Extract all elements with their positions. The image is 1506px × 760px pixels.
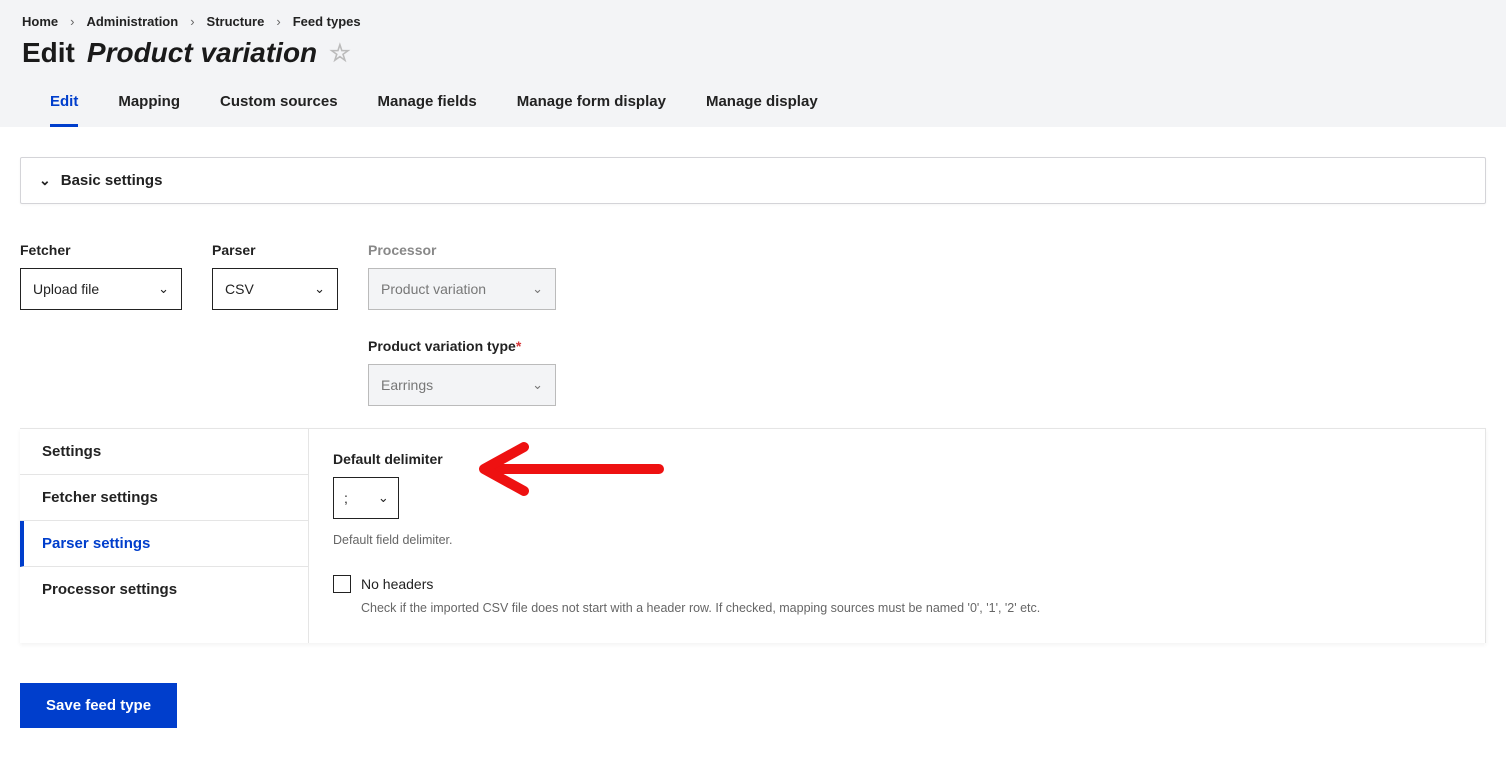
chevron-down-icon: ⌄ [532, 281, 543, 297]
tab-manage-display[interactable]: Manage display [706, 93, 818, 127]
processor-select: Product variation ⌄ [368, 268, 556, 310]
page-title-prefix: Edit [22, 37, 75, 69]
no-headers-help: Check if the imported CSV file does not … [361, 601, 1461, 615]
tab-manage-fields[interactable]: Manage fields [378, 93, 477, 127]
annotation-arrow-icon [469, 439, 669, 499]
required-asterisk-icon: * [516, 338, 521, 354]
chevron-down-icon: ⌄ [158, 281, 169, 297]
variation-type-select: Earrings ⌄ [368, 364, 556, 406]
vertical-tabs: Settings Fetcher settings Parser setting… [20, 429, 308, 643]
star-outline-icon[interactable]: ☆ [329, 39, 351, 68]
page-title-name: Product variation [87, 37, 317, 69]
default-delimiter-value: ; [344, 490, 348, 506]
breadcrumb-home[interactable]: Home [22, 14, 58, 29]
vertical-tab-processor-settings[interactable]: Processor settings [20, 567, 308, 612]
processor-label: Processor [368, 242, 556, 258]
parser-settings-panel: Default delimiter ; ⌄ Default field deli… [308, 429, 1485, 643]
variation-type-value: Earrings [381, 377, 433, 393]
chevron-right-icon: › [276, 14, 280, 29]
tab-edit[interactable]: Edit [50, 93, 78, 127]
default-delimiter-help: Default field delimiter. [333, 533, 1461, 547]
chevron-right-icon: › [70, 14, 74, 29]
vertical-tab-fetcher-settings[interactable]: Fetcher settings [20, 475, 308, 521]
breadcrumb-feed-types[interactable]: Feed types [293, 14, 361, 29]
parser-value: CSV [225, 281, 254, 297]
tab-mapping[interactable]: Mapping [118, 93, 180, 127]
no-headers-checkbox[interactable] [333, 575, 351, 593]
primary-tabs: Edit Mapping Custom sources Manage field… [22, 93, 1484, 127]
breadcrumb: Home › Administration › Structure › Feed… [22, 14, 1484, 29]
variation-type-label: Product variation type* [368, 338, 556, 354]
chevron-down-icon: ⌄ [378, 490, 389, 506]
tab-manage-form-display[interactable]: Manage form display [517, 93, 666, 127]
chevron-right-icon: › [190, 14, 194, 29]
vertical-tab-settings[interactable]: Settings [20, 429, 308, 475]
fetcher-select[interactable]: Upload file ⌄ [20, 268, 182, 310]
breadcrumb-structure[interactable]: Structure [207, 14, 265, 29]
basic-settings-accordion[interactable]: ⌄ Basic settings [20, 157, 1486, 204]
breadcrumb-administration[interactable]: Administration [86, 14, 178, 29]
fetcher-value: Upload file [33, 281, 99, 297]
accordion-label: Basic settings [61, 172, 163, 189]
variation-type-label-text: Product variation type [368, 338, 516, 354]
tab-custom-sources[interactable]: Custom sources [220, 93, 338, 127]
processor-value: Product variation [381, 281, 486, 297]
chevron-down-icon: ⌄ [314, 281, 325, 297]
fetcher-label: Fetcher [20, 242, 182, 258]
parser-label: Parser [212, 242, 338, 258]
no-headers-label: No headers [361, 576, 433, 592]
chevron-down-icon: ⌄ [532, 377, 543, 393]
page-title: Edit Product variation ☆ [22, 37, 1484, 69]
vertical-tab-parser-settings[interactable]: Parser settings [20, 521, 308, 567]
save-feed-type-button[interactable]: Save feed type [20, 683, 177, 728]
default-delimiter-select[interactable]: ; ⌄ [333, 477, 399, 519]
parser-select[interactable]: CSV ⌄ [212, 268, 338, 310]
default-delimiter-label: Default delimiter [333, 451, 1461, 467]
chevron-down-icon: ⌄ [39, 172, 51, 189]
